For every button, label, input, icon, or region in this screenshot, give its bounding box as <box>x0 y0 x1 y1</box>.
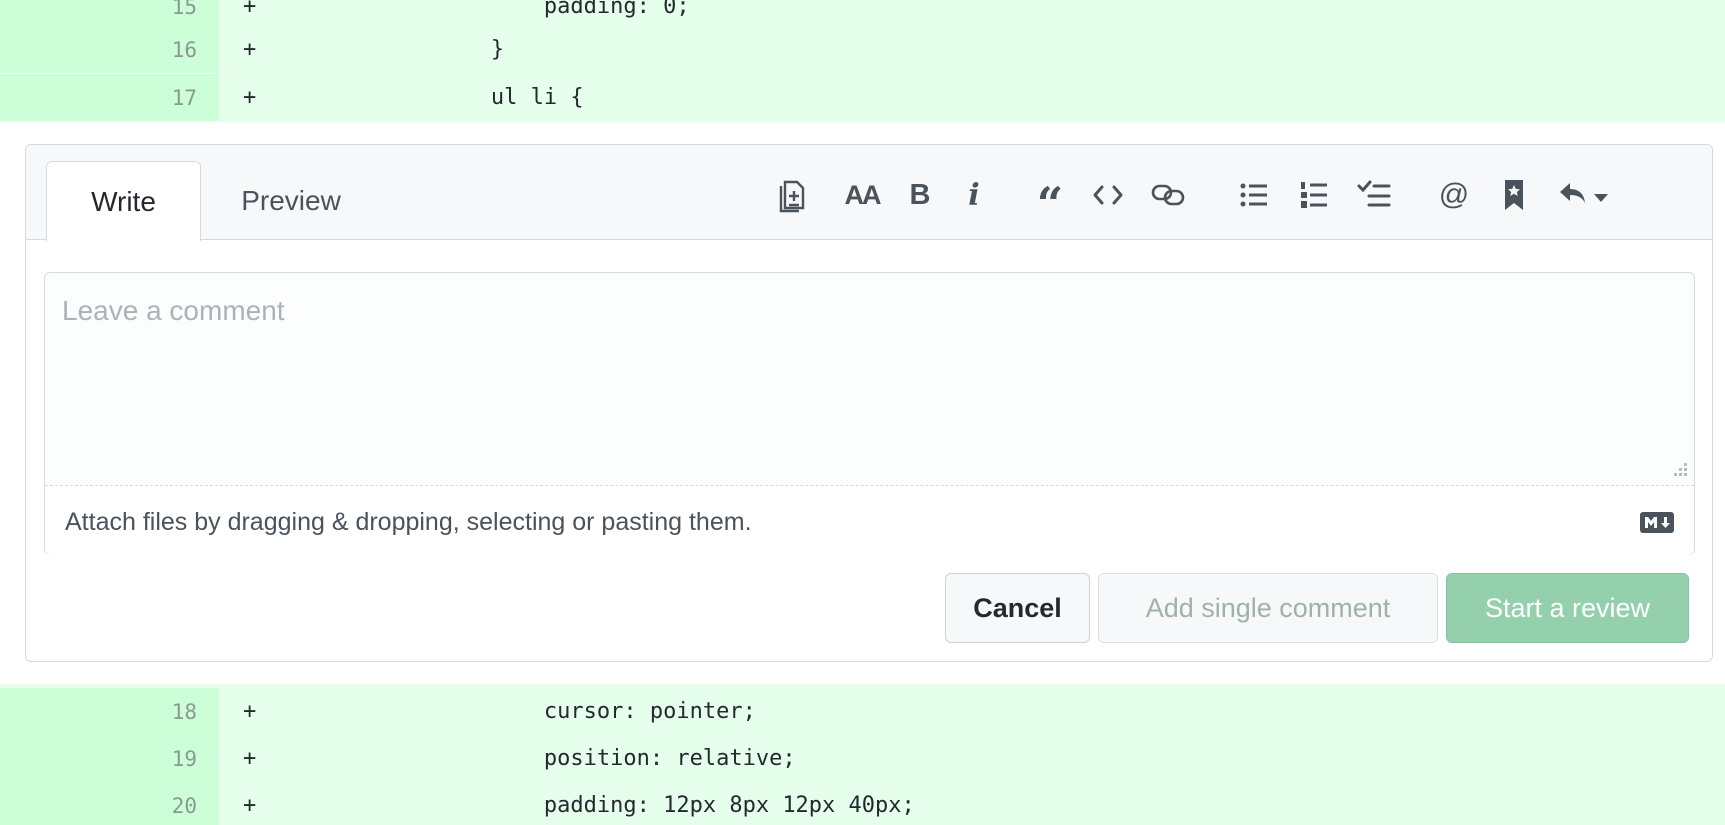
list-ordered-icon <box>1299 180 1329 210</box>
quote-button[interactable]: “ <box>1024 167 1076 231</box>
code-icon <box>1092 184 1124 206</box>
chevron-down-icon <box>1594 194 1608 202</box>
review-comment-form: Write Preview AA B i “ @ Leave a comment… <box>25 144 1713 662</box>
reference-button[interactable] <box>1488 167 1540 223</box>
numbered-list-button[interactable] <box>1288 167 1340 223</box>
diff-marker: + <box>243 746 257 771</box>
cancel-button[interactable]: Cancel <box>945 573 1090 643</box>
diff-line: 16 + } <box>0 26 1725 73</box>
insert-suggestion-button[interactable] <box>766 167 818 223</box>
diff-marker: + <box>243 793 257 818</box>
diff-line: 17 + ul li { <box>0 74 1725 121</box>
comment-textarea[interactable] <box>45 273 1694 485</box>
diff-block-top: 15 + padding: 0; 16 + } 17 + ul li { <box>0 0 1725 122</box>
code-line: cursor: pointer; <box>279 699 756 724</box>
file-diff-icon <box>777 177 807 213</box>
task-list-button[interactable] <box>1348 167 1400 223</box>
line-number[interactable]: 18 <box>0 688 219 735</box>
tasklist-icon <box>1357 180 1391 210</box>
tab-preview[interactable]: Preview <box>211 161 371 241</box>
diff-marker: + <box>243 0 257 19</box>
bulleted-list-button[interactable] <box>1228 167 1280 223</box>
start-review-button[interactable]: Start a review <box>1446 573 1689 643</box>
saved-replies-button[interactable] <box>1548 167 1618 223</box>
tab-write[interactable]: Write <box>46 161 201 241</box>
reply-icon <box>1558 181 1592 209</box>
attach-files-hint: Attach files by dragging & dropping, sel… <box>65 508 752 536</box>
comment-editor: Attach files by dragging & dropping, sel… <box>44 272 1695 555</box>
link-icon <box>1151 183 1185 207</box>
mention-button[interactable]: @ <box>1428 167 1480 223</box>
markdown-toolbar: AA B i “ @ <box>766 167 1702 231</box>
diff-line: 18 + cursor: pointer; <box>0 688 1725 735</box>
diff-marker: + <box>243 699 257 724</box>
editor-tabbar: Write Preview AA B i “ @ <box>26 145 1712 241</box>
diff-marker: + <box>243 85 257 110</box>
code-line: padding: 0; <box>279 0 690 19</box>
line-number[interactable]: 20 <box>0 782 219 825</box>
bookmark-icon <box>1503 179 1525 211</box>
italic-button[interactable]: i <box>948 167 1000 223</box>
file-attachment-bar[interactable]: Attach files by dragging & dropping, sel… <box>45 485 1694 555</box>
code-button[interactable] <box>1082 167 1134 223</box>
line-number[interactable]: 17 <box>0 74 219 121</box>
link-button[interactable] <box>1142 167 1194 223</box>
line-number[interactable]: 19 <box>0 735 219 782</box>
diff-marker: + <box>243 37 257 62</box>
heading-button[interactable]: AA <box>832 167 892 223</box>
diff-block-bottom: 18 + cursor: pointer; 19 + position: rel… <box>0 684 1725 825</box>
code-line: ul li { <box>279 85 584 110</box>
diff-line: 20 + padding: 12px 8px 12px 40px; <box>0 782 1725 825</box>
code-line: position: relative; <box>279 746 796 771</box>
add-single-comment-button[interactable]: Add single comment <box>1098 573 1438 643</box>
resize-grip-icon[interactable] <box>1670 461 1688 479</box>
code-line: } <box>279 37 505 62</box>
bold-button[interactable]: B <box>894 167 946 223</box>
line-number[interactable]: 16 <box>0 26 219 73</box>
code-line: padding: 12px 8px 12px 40px; <box>279 793 915 818</box>
list-unordered-icon <box>1239 181 1269 209</box>
page: 15 + padding: 0; 16 + } 17 + ul li { Wri… <box>0 0 1725 825</box>
markdown-icon[interactable] <box>1640 512 1674 538</box>
diff-line: 19 + position: relative; <box>0 735 1725 782</box>
